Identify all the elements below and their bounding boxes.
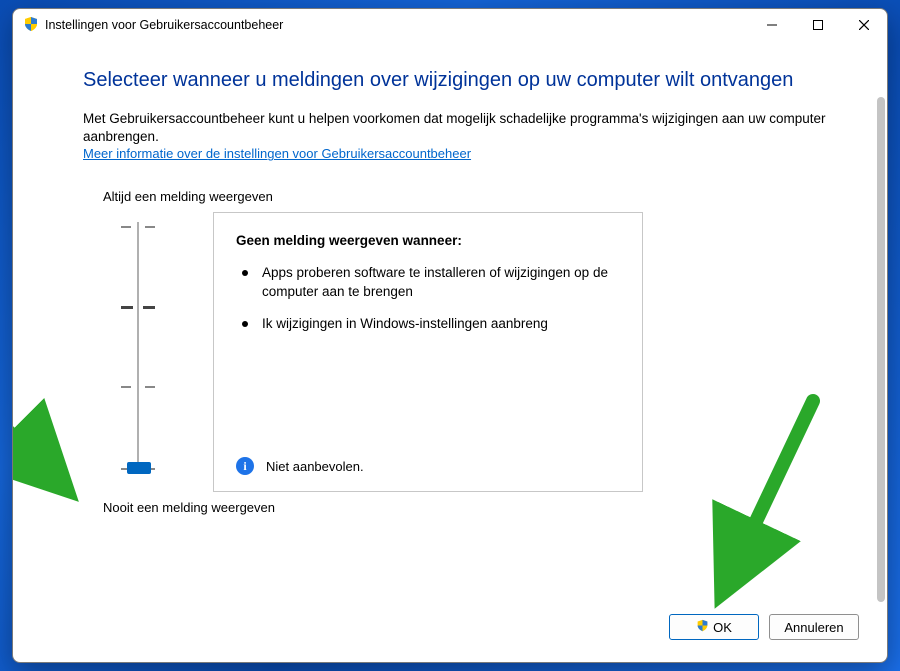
slider-top-label: Altijd een melding weergeven xyxy=(103,189,839,204)
cancel-button[interactable]: Annuleren xyxy=(769,614,859,640)
info-panel: Geen melding weergeven wanneer: Apps pro… xyxy=(213,212,643,492)
slider-thumb[interactable] xyxy=(127,462,151,474)
slider-track xyxy=(137,222,139,472)
ok-button-label: OK xyxy=(713,620,732,635)
window-title: Instellingen voor Gebruikersaccountbehee… xyxy=(45,18,283,32)
learn-more-link[interactable]: Meer informatie over de instellingen voo… xyxy=(83,146,471,161)
cancel-button-label: Annuleren xyxy=(784,620,843,635)
slider-bottom-label: Nooit een melding weergeven xyxy=(103,500,839,515)
info-bullet: Apps proberen software te installeren of… xyxy=(242,264,620,300)
shield-icon xyxy=(696,619,709,635)
minimize-button[interactable] xyxy=(749,9,795,41)
title-bar: Instellingen voor Gebruikersaccountbehee… xyxy=(13,9,887,41)
close-button[interactable] xyxy=(841,9,887,41)
info-title: Geen melding weergeven wanneer: xyxy=(236,233,620,248)
intro-text: Met Gebruikersaccountbeheer kunt u helpe… xyxy=(83,110,839,146)
page-heading: Selecteer wanneer u meldingen over wijzi… xyxy=(83,69,839,92)
vertical-scrollbar[interactable] xyxy=(877,97,885,602)
window-controls xyxy=(749,9,887,41)
client-area: Selecteer wanneer u meldingen over wijzi… xyxy=(13,41,887,662)
recommendation-text: Niet aanbevolen. xyxy=(266,459,364,474)
notification-slider[interactable] xyxy=(83,212,193,492)
ok-button[interactable]: OK xyxy=(669,614,759,640)
info-icon: i xyxy=(236,457,254,475)
dialog-buttons: OK Annuleren xyxy=(669,614,859,640)
info-bullet-list: Apps proberen software te installeren of… xyxy=(242,264,620,347)
shield-icon xyxy=(23,16,39,35)
maximize-button[interactable] xyxy=(795,9,841,41)
uac-settings-window: Instellingen voor Gebruikersaccountbehee… xyxy=(12,8,888,663)
info-bullet: Ik wijzigingen in Windows-instellingen a… xyxy=(242,315,620,333)
